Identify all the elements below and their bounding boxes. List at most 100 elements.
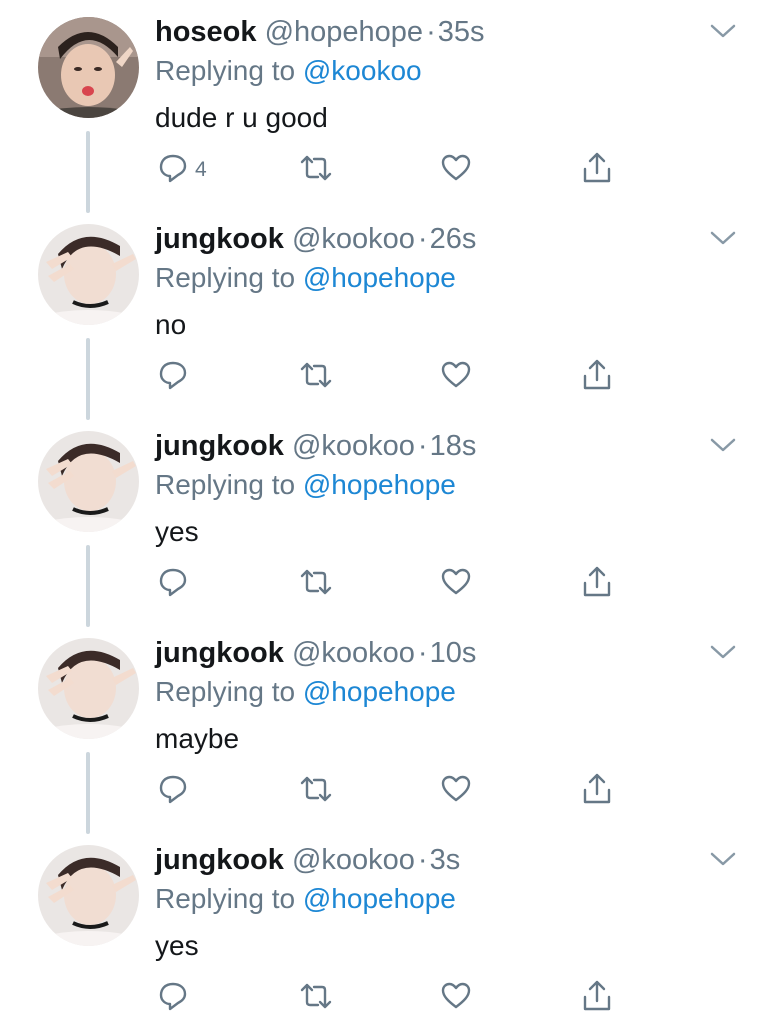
timestamp[interactable]: 18s xyxy=(430,430,477,462)
reply-button[interactable] xyxy=(157,980,195,1016)
tweet[interactable]: jungkook @kookoo ·3s Replying to @hopehop… xyxy=(0,828,770,1035)
tweet-text: yes xyxy=(155,930,199,961)
like-button[interactable] xyxy=(440,980,472,1016)
timestamp[interactable]: 3s xyxy=(430,844,461,876)
reply-button[interactable] xyxy=(157,566,195,602)
replying-to-mention[interactable]: @kookoo xyxy=(303,55,422,86)
retweet-button[interactable] xyxy=(298,980,334,1016)
replying-to-mention[interactable]: @hopehope xyxy=(303,262,456,293)
replying-to-mention[interactable]: @hopehope xyxy=(303,469,456,500)
tweet-text: no xyxy=(155,309,187,340)
tweet-header: hoseok @hopehope ·35s xyxy=(155,15,485,49)
timestamp[interactable]: 26s xyxy=(430,223,477,255)
reply-count: 4 xyxy=(195,158,207,181)
chevron-down-icon[interactable] xyxy=(710,850,736,868)
reply-icon xyxy=(157,566,189,603)
share-button[interactable] xyxy=(581,359,613,395)
like-button[interactable] xyxy=(440,152,472,188)
tweet-actions: 4 xyxy=(155,152,625,188)
timestamp[interactable]: 35s xyxy=(438,16,485,48)
reply-icon xyxy=(157,773,189,810)
replying-to-label: Replying to xyxy=(155,883,296,914)
user-handle[interactable]: @kookoo xyxy=(292,844,415,876)
tweet-header: jungkook @kookoo ·3s xyxy=(155,843,460,877)
separator-dot: · xyxy=(426,16,436,48)
share-icon xyxy=(581,772,613,811)
separator-dot: · xyxy=(417,844,428,876)
user-handle[interactable]: @hopehope xyxy=(265,16,423,48)
retweet-icon xyxy=(298,566,334,603)
retweet-icon xyxy=(298,359,334,396)
replying-to-line: Replying to @hopehope xyxy=(155,675,456,709)
share-button[interactable] xyxy=(581,773,613,809)
avatar[interactable] xyxy=(38,224,139,325)
replying-to-line: Replying to @kookoo xyxy=(155,54,422,88)
user-handle[interactable]: @kookoo xyxy=(292,430,415,462)
separator-dot: · xyxy=(417,223,428,255)
tweet[interactable]: jungkook @kookoo ·26s Replying to @hopeho… xyxy=(0,207,770,420)
retweet-button[interactable] xyxy=(298,152,334,188)
like-button[interactable] xyxy=(440,773,472,809)
heart-icon xyxy=(440,773,472,810)
tweet-text: maybe xyxy=(155,723,240,754)
tweet-header: jungkook @kookoo ·10s xyxy=(155,636,476,670)
replying-to-mention[interactable]: @hopehope xyxy=(303,883,456,914)
share-icon xyxy=(581,358,613,397)
display-name[interactable]: jungkook xyxy=(155,430,284,462)
thread-connector-line xyxy=(86,338,90,420)
heart-icon xyxy=(440,980,472,1017)
reply-button[interactable]: 4 xyxy=(157,152,207,188)
share-button[interactable] xyxy=(581,566,613,602)
tweet-header: jungkook @kookoo ·26s xyxy=(155,222,476,256)
like-button[interactable] xyxy=(440,359,472,395)
tweet-text: yes xyxy=(155,516,199,547)
reply-icon xyxy=(157,152,189,189)
chevron-down-icon[interactable] xyxy=(710,229,736,247)
chevron-down-icon[interactable] xyxy=(710,22,736,40)
retweet-button[interactable] xyxy=(298,773,334,809)
avatar[interactable] xyxy=(38,17,139,118)
reply-button[interactable] xyxy=(157,359,195,395)
replying-to-label: Replying to xyxy=(155,262,296,293)
replying-to-line: Replying to @hopehope xyxy=(155,468,456,502)
tweet[interactable]: jungkook @kookoo ·10s Replying to @hopeho… xyxy=(0,621,770,834)
chevron-down-icon[interactable] xyxy=(710,436,736,454)
avatar[interactable] xyxy=(38,638,139,739)
retweet-button[interactable] xyxy=(298,359,334,395)
tweet-actions xyxy=(155,359,625,395)
retweet-icon xyxy=(298,980,334,1017)
replying-to-label: Replying to xyxy=(155,676,296,707)
thread-connector-line xyxy=(86,545,90,627)
display-name[interactable]: jungkook xyxy=(155,223,284,255)
tweet-actions xyxy=(155,566,625,602)
tweet[interactable]: hoseok @hopehope ·35s Replying to @kookoo… xyxy=(0,0,770,213)
replying-to-mention[interactable]: @hopehope xyxy=(303,676,456,707)
timestamp[interactable]: 10s xyxy=(430,637,477,669)
display-name[interactable]: jungkook xyxy=(155,637,284,669)
reply-button[interactable] xyxy=(157,773,195,809)
share-icon xyxy=(581,151,613,190)
avatar[interactable] xyxy=(38,431,139,532)
like-button[interactable] xyxy=(440,566,472,602)
thread-connector-line xyxy=(86,131,90,213)
display-name[interactable]: hoseok xyxy=(155,16,257,48)
replying-to-label: Replying to xyxy=(155,55,296,86)
share-icon xyxy=(581,565,613,604)
share-icon xyxy=(581,979,613,1018)
avatar[interactable] xyxy=(38,845,139,946)
thread-connector-line xyxy=(86,752,90,834)
separator-dot: · xyxy=(417,637,428,669)
separator-dot: · xyxy=(417,430,428,462)
chevron-down-icon[interactable] xyxy=(710,643,736,661)
retweet-icon xyxy=(298,152,334,189)
heart-icon xyxy=(440,152,472,189)
retweet-button[interactable] xyxy=(298,566,334,602)
replying-to-line: Replying to @hopehope xyxy=(155,882,456,916)
user-handle[interactable]: @kookoo xyxy=(292,637,415,669)
replying-to-line: Replying to @hopehope xyxy=(155,261,456,295)
display-name[interactable]: jungkook xyxy=(155,844,284,876)
share-button[interactable] xyxy=(581,152,613,188)
tweet[interactable]: jungkook @kookoo ·18s Replying to @hopeho… xyxy=(0,414,770,627)
user-handle[interactable]: @kookoo xyxy=(292,223,415,255)
share-button[interactable] xyxy=(581,980,613,1016)
